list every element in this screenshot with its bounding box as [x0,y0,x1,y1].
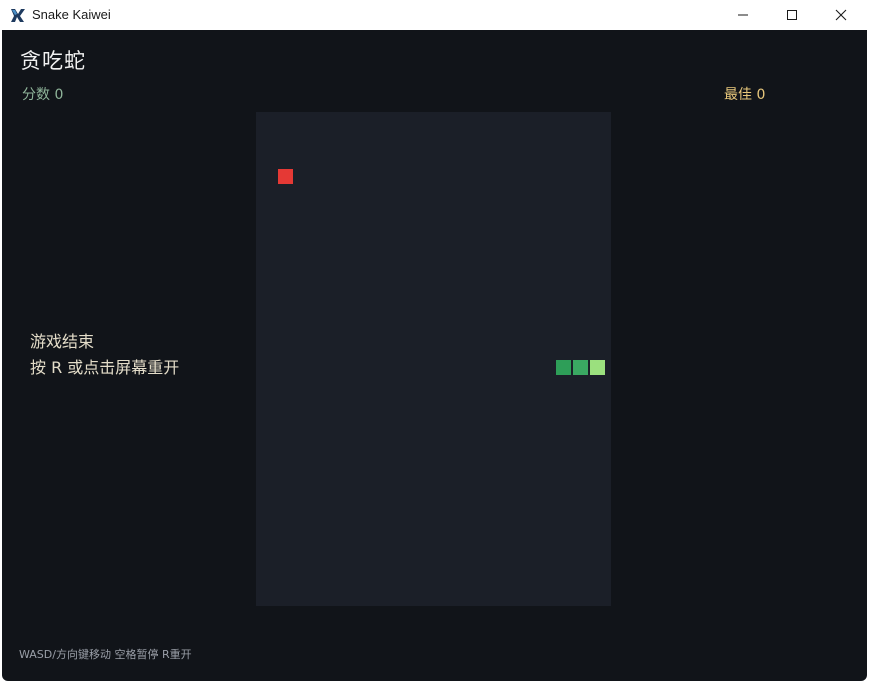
close-icon [835,9,847,21]
maximize-icon [787,10,797,20]
score-label: 分数 0 [22,87,64,103]
title-bar[interactable]: Snake Kaiwei [0,0,869,30]
restart-prompt: 按 R 或点击屏幕重开 [30,358,180,377]
minimize-button[interactable] [720,0,766,30]
snake-body-segment [556,360,571,375]
game-over-title: 游戏结束 [30,332,95,351]
best-score-label: 最佳 0 [724,87,766,103]
snake-body-segment [573,360,588,375]
snake-head [590,360,605,375]
app-window: Snake Kaiwei 贪吃蛇 分数 0 最佳 0 游戏结束 按 R 或点击屏… [0,0,869,681]
game-title: 贪吃蛇 [20,49,86,73]
app-logo-icon [11,9,25,22]
window-title: Snake Kaiwei [32,7,111,22]
game-area[interactable]: 贪吃蛇 分数 0 最佳 0 游戏结束 按 R 或点击屏幕重开 WASD/方向键移… [2,30,867,681]
controls-hint: WASD/方向键移动 空格暂停 R重开 [19,648,192,661]
game-board[interactable] [256,112,611,606]
close-button[interactable] [818,0,864,30]
maximize-button[interactable] [769,0,815,30]
food [278,169,293,184]
minimize-icon [738,14,748,16]
game-over-message: 游戏结束 按 R 或点击屏幕重开 [30,329,179,381]
